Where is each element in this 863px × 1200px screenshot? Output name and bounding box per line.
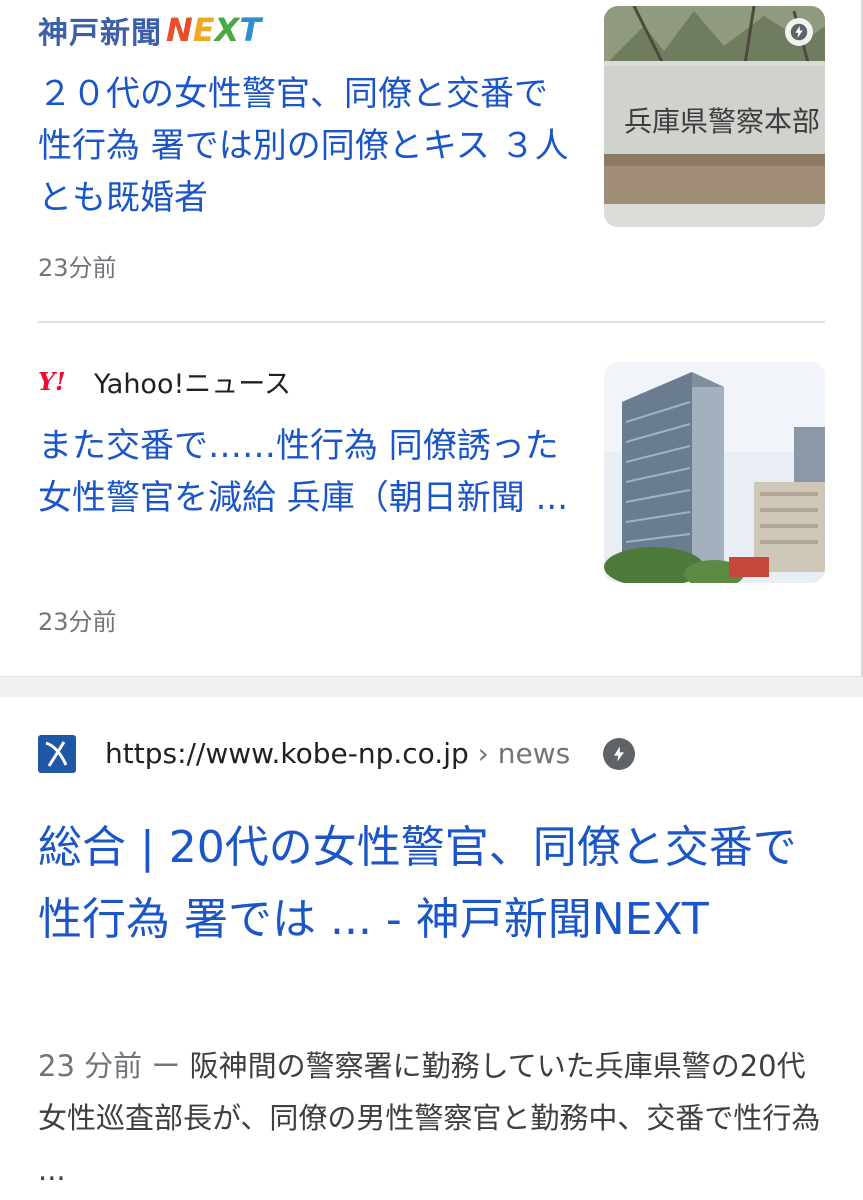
kobe-np-favicon-icon xyxy=(38,735,76,773)
item-divider xyxy=(38,321,825,323)
source-row: Y! Yahoo!ニュース xyxy=(38,362,291,401)
news-item-kobe[interactable]: 神戸新聞 NEXT ２０代の女性警官、同僚と交番で性行為 署では別の同僚とキス … xyxy=(0,0,863,320)
news-item-yahoo[interactable]: Y! Yahoo!ニュース また交番で……性行為 同僚誘った女性警官を減給 兵庫… xyxy=(0,340,863,660)
amp-lightning-icon xyxy=(603,738,635,770)
news-time: 23分前 xyxy=(38,254,117,282)
news-time: 23分前 xyxy=(38,608,117,636)
office-building-photo xyxy=(604,362,825,583)
source-next: NEXT xyxy=(166,11,262,49)
snippet-date: 23 分前 ー xyxy=(38,1049,190,1083)
news-title[interactable]: また交番で……性行為 同僚誘った女性警官を減給 兵庫（朝日新聞 ... xyxy=(38,420,578,524)
yahoo-logo-icon: Y! xyxy=(38,367,66,396)
result-title-link[interactable]: 総合 | 20代の女性警官、同僚と交番で性行為 署では ... - 神戸新聞NE… xyxy=(38,812,828,956)
top-stories-card: 神戸新聞 NEXT ２０代の女性警官、同僚と交番で性行為 署では別の同僚とキス … xyxy=(0,0,863,676)
source-name: Yahoo!ニュース xyxy=(94,369,291,400)
svg-text:兵庫県警察本部: 兵庫県警察本部 xyxy=(624,105,820,138)
result-snippet: 23 分前 ー 阪神間の警察署に勤務していた兵庫県警の20代女性巡査部長が、同僚… xyxy=(38,1040,828,1196)
news-thumbnail-police-hq-sign[interactable]: 兵庫県警察本部 xyxy=(604,6,825,227)
news-title[interactable]: ２０代の女性警官、同僚と交番で性行為 署では別の同僚とキス ３人とも既婚者 xyxy=(38,68,578,224)
url-breadcrumb: › news xyxy=(468,737,571,770)
news-thumbnail-building[interactable] xyxy=(604,362,825,583)
source-brand: 神戸新聞 xyxy=(38,16,162,51)
result-url[interactable]: https://www.kobe-np.co.jp › news xyxy=(105,737,570,770)
section-separator xyxy=(0,676,863,697)
amp-lightning-icon xyxy=(785,18,813,46)
kobe-np-next-logo: 神戸新聞 NEXT xyxy=(38,8,261,52)
